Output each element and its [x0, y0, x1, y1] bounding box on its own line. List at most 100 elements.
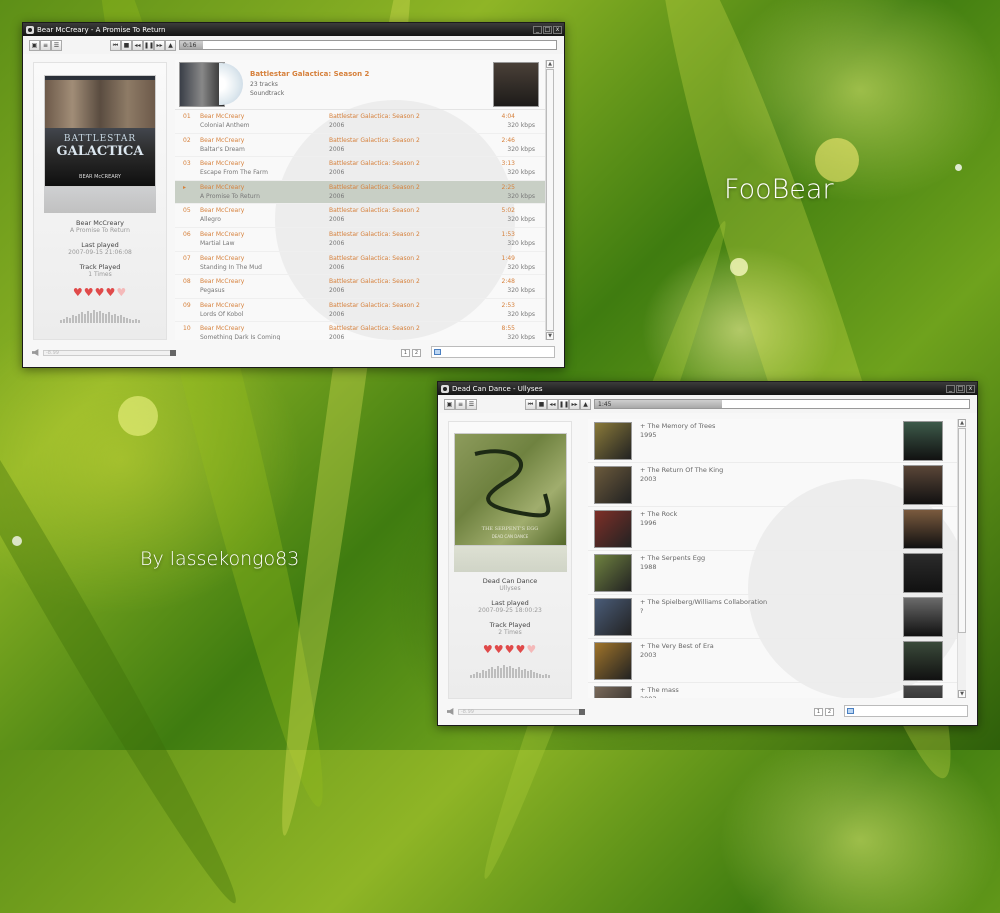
rating-hearts[interactable]: ♥♥♥♥♥	[34, 286, 166, 299]
page-1-button[interactable]: 1	[401, 349, 410, 357]
track-row[interactable]: 10 Bear McCreary Something Dark Is Coming B…	[175, 322, 545, 340]
spectrum-bar	[503, 665, 505, 678]
page-2-button[interactable]: 2	[412, 349, 421, 357]
album-row[interactable]: + The Rock 1996	[588, 507, 957, 551]
album-row[interactable]: + The mass2003	[588, 683, 957, 698]
layout-list-icon[interactable]: ≡	[455, 398, 466, 410]
spectrum-bar	[521, 670, 523, 678]
rewind-button[interactable]: ◂◂	[547, 398, 558, 410]
track-duration: 1:49	[501, 254, 515, 262]
track-row[interactable]: 06 Bear McCreary Martial Law Battlestar Gal…	[175, 228, 545, 252]
page-2-button[interactable]: 2	[825, 708, 834, 716]
album-name[interactable]: + The Return Of The King	[640, 466, 723, 474]
layout-detail-icon[interactable]: ☰	[466, 398, 477, 410]
seek-bar[interactable]: 1:45	[594, 399, 970, 409]
spectrum-bar	[75, 316, 77, 323]
album-name[interactable]: + The Memory of Trees	[640, 422, 715, 430]
heart-icon[interactable]: ♥	[116, 286, 127, 299]
forward-button[interactable]: ▸▸	[569, 398, 580, 410]
close-button[interactable]: x	[553, 25, 562, 34]
album-row[interactable]: + The Very Best of Era 2003	[588, 639, 957, 683]
track-row[interactable]: 05 Bear McCreary Allegro Battlestar Galacti…	[175, 204, 545, 228]
volume-slider[interactable]: -8.99	[458, 708, 585, 715]
page-1-button[interactable]: 1	[814, 708, 823, 716]
scroll-up-icon[interactable]: ▲	[546, 60, 554, 68]
forward-button[interactable]: ▸▸	[154, 39, 165, 51]
heart-icon[interactable]: ♥	[84, 286, 95, 299]
titlebar[interactable]: Bear McCreary - A Promise To Return _ □ …	[23, 23, 564, 36]
spectrum-bar	[93, 310, 95, 323]
pause-button[interactable]: ❚❚	[143, 39, 154, 51]
track-row[interactable]: 08 Bear McCreary Pegasus Battlestar Galacti…	[175, 275, 545, 299]
layout-detail-icon[interactable]: ☰	[51, 39, 62, 51]
track-year: 2006	[329, 145, 345, 153]
rewind-button[interactable]: ◂◂	[132, 39, 143, 51]
volume-knob[interactable]	[170, 349, 176, 356]
volume-control[interactable]: -8.99	[32, 349, 176, 356]
volume-slider[interactable]: -8.99	[43, 349, 176, 356]
speaker-icon[interactable]	[32, 349, 39, 356]
scroll-down-icon[interactable]: ▼	[958, 690, 966, 698]
spectrum-bar	[120, 315, 122, 323]
scroll-up-icon[interactable]: ▲	[958, 419, 966, 427]
layout-cover-icon[interactable]: ▣	[444, 398, 455, 410]
close-button[interactable]: x	[966, 384, 975, 393]
seek-bar[interactable]: 0:16	[179, 40, 557, 50]
heart-icon[interactable]: ♥	[95, 286, 106, 299]
album-name[interactable]: + The Rock	[640, 510, 677, 518]
heart-icon[interactable]: ♥	[515, 643, 526, 656]
track-row[interactable]: 09 Bear McCreary Lords Of Kobol Battlestar …	[175, 299, 545, 323]
album-name[interactable]: + The Spielberg/Williams Collaboration	[640, 598, 767, 606]
album-row[interactable]: + The Serpents Egg 1988	[588, 551, 957, 595]
scroll-thumb[interactable]	[958, 428, 966, 633]
track-row[interactable]: 03 Bear McCreary Escape From The Farm Battl…	[175, 157, 545, 181]
heart-icon[interactable]: ♥	[494, 643, 505, 656]
search-box[interactable]	[844, 705, 968, 717]
track-row[interactable]: 02 Bear McCreary Baltar's Dream Battlestar …	[175, 134, 545, 158]
heart-icon[interactable]: ♥	[483, 643, 494, 656]
track-row[interactable]: ▸ Bear McCreary A Promise To Return Battles…	[175, 180, 545, 205]
minimize-button[interactable]: _	[946, 384, 955, 393]
album-name[interactable]: + The Very Best of Era	[640, 642, 714, 650]
last-played-value: 2007-09-25 18:00:23	[478, 607, 542, 614]
eject-button[interactable]: ▲	[165, 39, 176, 51]
maximize-button[interactable]: □	[956, 384, 965, 393]
spectrum-bar	[539, 674, 541, 678]
album-row[interactable]: + The Spielberg/Williams Collaboration?	[588, 595, 957, 639]
album-scrollbar[interactable]: ▲ ▼	[957, 419, 966, 698]
track-number: 09	[183, 301, 191, 309]
heart-icon[interactable]: ♥	[505, 643, 516, 656]
stop-button[interactable]: ■	[536, 398, 547, 410]
titlebar[interactable]: Dead Can Dance - Ullyses _ □ x	[438, 382, 977, 395]
album-name[interactable]: + The mass	[640, 686, 679, 694]
layout-cover-icon[interactable]: ▣	[29, 39, 40, 51]
track-year: 2006	[329, 122, 345, 129]
heart-icon[interactable]: ♥	[73, 286, 84, 299]
album-name[interactable]: + The Serpents Egg	[640, 554, 705, 562]
album-row[interactable]: + The Return Of The King 2003	[588, 463, 957, 507]
album-row[interactable]: + The Memory of Trees 1995	[588, 419, 957, 463]
rating-hearts[interactable]: ♥♥♥♥♥	[449, 643, 571, 656]
pause-button[interactable]: ❚❚	[558, 398, 569, 410]
author-label: By lassekongo83	[140, 548, 300, 570]
heart-icon[interactable]: ♥	[105, 286, 116, 299]
track-row[interactable]: 01 Bear McCreary Colonial Anthem Battlestar…	[175, 110, 545, 134]
stop-button[interactable]: ■	[121, 39, 132, 51]
scroll-down-icon[interactable]: ▼	[546, 332, 554, 340]
track-row[interactable]: 07 Bear McCreary Standing In The Mud Battle…	[175, 252, 545, 276]
spectrum-bar	[545, 674, 547, 678]
eject-button[interactable]: ▲	[580, 398, 591, 410]
track-artist: Bear McCreary	[200, 230, 245, 238]
search-box[interactable]	[431, 346, 555, 358]
scroll-thumb[interactable]	[546, 69, 554, 331]
prev-track-button[interactable]: ⏮	[110, 39, 121, 51]
speaker-icon[interactable]	[447, 708, 454, 715]
prev-track-button[interactable]: ⏮	[525, 398, 536, 410]
minimize-button[interactable]: _	[533, 25, 542, 34]
heart-icon[interactable]: ♥	[526, 643, 537, 656]
volume-knob[interactable]	[579, 708, 585, 715]
maximize-button[interactable]: □	[543, 25, 552, 34]
layout-list-icon[interactable]: ≡	[40, 39, 51, 51]
volume-control[interactable]: -8.99	[447, 708, 585, 715]
playlist-scrollbar[interactable]: ▲ ▼	[545, 60, 554, 340]
